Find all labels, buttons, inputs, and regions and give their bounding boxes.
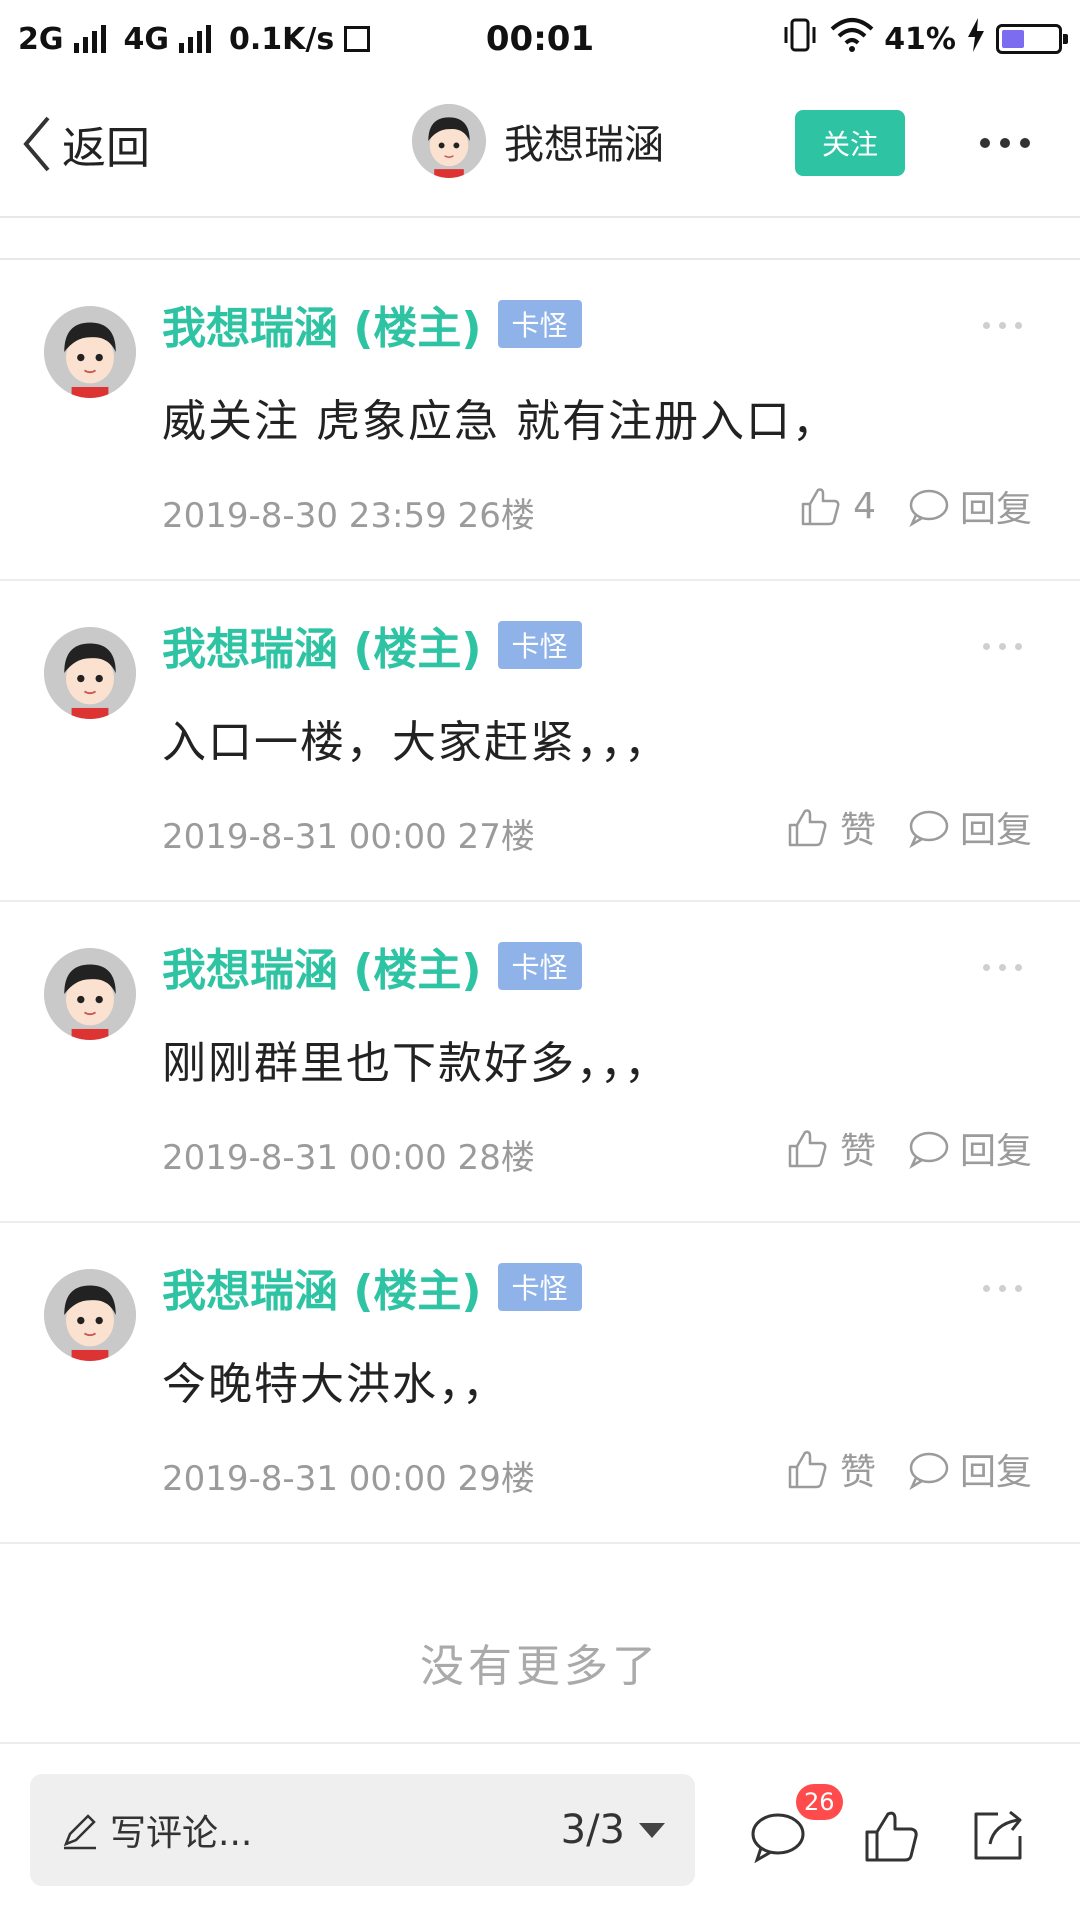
- charging-icon: [966, 18, 986, 60]
- avatar[interactable]: [412, 104, 486, 178]
- reply-button[interactable]: 回复: [906, 1443, 1032, 1495]
- post-list: 我想瑞涵 (楼主) 卡怪 威关注 虎象应急 就有注册入口， 2019-8-30 …: [0, 260, 1080, 1544]
- chevron-left-icon: [23, 116, 50, 172]
- like-label: 赞: [839, 1452, 876, 1493]
- post-actions: 赞 回复: [786, 1122, 1032, 1174]
- post-content: 威关注 虎象应急 就有注册入口，: [162, 396, 838, 447]
- post-content: 入口一楼，大家赶紧，，，: [162, 717, 670, 768]
- speech-bubble-icon: [909, 1452, 949, 1491]
- signal-icon: [73, 25, 106, 53]
- share-icon: [974, 1810, 1022, 1860]
- post-header: 我想瑞涵 (楼主) 卡怪: [162, 934, 582, 998]
- bottom-bar: 写评论... 3/3 26: [0, 1742, 1080, 1920]
- storage-icon: [344, 26, 371, 52]
- pencil-icon: [63, 1814, 96, 1850]
- like-button[interactable]: 赞: [786, 1122, 876, 1174]
- speech-bubble-icon: [909, 810, 949, 849]
- post-more-icon[interactable]: [983, 643, 1022, 650]
- thumbs-up-icon: [788, 1451, 827, 1489]
- post-more-icon[interactable]: [983, 1285, 1022, 1292]
- follow-button[interactable]: 关注: [795, 110, 905, 176]
- list-item: 我想瑞涵 (楼主) 卡怪 今晚特大洪水，， 2019-8-31 00:00 29…: [0, 1223, 1080, 1544]
- header-username: 我想瑞涵: [504, 122, 664, 168]
- chevron-down-icon[interactable]: [639, 1822, 665, 1838]
- comment-placeholder: 写评论...: [110, 1813, 253, 1854]
- end-of-list-text: 没有更多了: [420, 1641, 660, 1692]
- network-type-2: 4G: [123, 21, 170, 57]
- reply-button[interactable]: 回复: [906, 1122, 1032, 1174]
- post-content: 今晚特大洪水，，: [162, 1359, 508, 1410]
- reply-label: 回复: [959, 1131, 1032, 1172]
- post-header: 我想瑞涵 (楼主) 卡怪: [162, 1255, 582, 1319]
- more-options-icon[interactable]: [980, 128, 1040, 158]
- like-label: 赞: [839, 1131, 876, 1172]
- vibrate-icon: [780, 15, 820, 63]
- comment-input[interactable]: 写评论... 3/3: [30, 1774, 695, 1886]
- share-button[interactable]: [968, 1806, 1028, 1866]
- user-badge: 卡怪: [497, 621, 582, 669]
- reply-label: 回复: [959, 810, 1032, 851]
- like-button[interactable]: 赞: [786, 801, 876, 853]
- battery-icon: [996, 24, 1068, 54]
- status-left: 2G 4G 0.1K/s: [18, 21, 371, 57]
- comment-count-badge: 26: [796, 1784, 843, 1820]
- thumbs-up-icon: [801, 488, 840, 526]
- post-content: 刚刚群里也下款好多，，，: [162, 1038, 670, 1089]
- user-badge: 卡怪: [497, 1263, 582, 1311]
- list-item: 我想瑞涵 (楼主) 卡怪 刚刚群里也下款好多，，， 2019-8-31 00:0…: [0, 902, 1080, 1223]
- post-actions: 赞 回复: [786, 801, 1032, 853]
- like-label: 赞: [839, 810, 876, 851]
- avatar[interactable]: [44, 1269, 136, 1361]
- top-nav-bar: 返回 我想瑞涵 关注: [0, 78, 1080, 218]
- author-name[interactable]: 我想瑞涵 (楼主): [162, 292, 482, 356]
- page-indicator[interactable]: 3/3: [561, 1807, 625, 1853]
- like-label: 4: [853, 485, 876, 527]
- reply-label: 回复: [959, 1452, 1032, 1493]
- post-actions: 赞 回复: [786, 1443, 1032, 1495]
- user-badge: 卡怪: [497, 300, 582, 348]
- speech-bubble-icon: [909, 1131, 949, 1170]
- post-header: 我想瑞涵 (楼主) 卡怪: [162, 613, 582, 677]
- network-speed: 0.1K/s: [229, 21, 335, 57]
- thumbs-up-icon: [865, 1811, 918, 1862]
- like-button[interactable]: 4: [799, 484, 876, 528]
- avatar[interactable]: [44, 627, 136, 719]
- user-badge: 卡怪: [497, 942, 582, 990]
- signal-icon-2: [179, 25, 211, 53]
- post-meta: 2019-8-31 00:00 27楼: [162, 817, 535, 857]
- like-button[interactable]: 赞: [786, 1443, 876, 1495]
- thumbs-up-icon: [788, 809, 827, 847]
- post-actions: 4 回复: [799, 480, 1032, 532]
- post-meta: 2019-8-31 00:00 29楼: [162, 1459, 535, 1499]
- author-name[interactable]: 我想瑞涵 (楼主): [162, 1255, 482, 1319]
- battery-percent: 41%: [884, 21, 956, 57]
- thread-author[interactable]: 我想瑞涵: [412, 104, 664, 178]
- reply-label: 回复: [959, 489, 1032, 530]
- list-item: 我想瑞涵 (楼主) 卡怪 威关注 虎象应急 就有注册入口， 2019-8-30 …: [0, 260, 1080, 581]
- status-right: 41%: [780, 15, 1068, 63]
- post-meta: 2019-8-31 00:00 28楼: [162, 1138, 535, 1178]
- like-thread-button[interactable]: [862, 1806, 922, 1866]
- network-type-1: 2G: [18, 21, 64, 57]
- post-more-icon[interactable]: [983, 964, 1022, 971]
- back-label: 返回: [62, 123, 150, 174]
- post-header: 我想瑞涵 (楼主) 卡怪: [162, 292, 582, 356]
- comments-button[interactable]: [748, 1806, 808, 1866]
- back-button[interactable]: 返回: [20, 112, 150, 176]
- thumbs-up-icon: [788, 1130, 827, 1168]
- status-bar: 2G 4G 0.1K/s 00:01 41%: [0, 0, 1080, 78]
- post-more-icon[interactable]: [983, 322, 1022, 329]
- reply-button[interactable]: 回复: [906, 480, 1032, 532]
- avatar[interactable]: [44, 948, 136, 1040]
- speech-bubble-icon: [751, 1813, 805, 1864]
- wifi-icon: [830, 15, 874, 63]
- avatar[interactable]: [44, 306, 136, 398]
- speech-bubble-icon: [909, 489, 949, 528]
- author-name[interactable]: 我想瑞涵 (楼主): [162, 613, 482, 677]
- list-item: 我想瑞涵 (楼主) 卡怪 入口一楼，大家赶紧，，， 2019-8-31 00:0…: [0, 581, 1080, 902]
- author-name[interactable]: 我想瑞涵 (楼主): [162, 934, 482, 998]
- post-meta: 2019-8-30 23:59 26楼: [162, 496, 535, 536]
- reply-button[interactable]: 回复: [906, 801, 1032, 853]
